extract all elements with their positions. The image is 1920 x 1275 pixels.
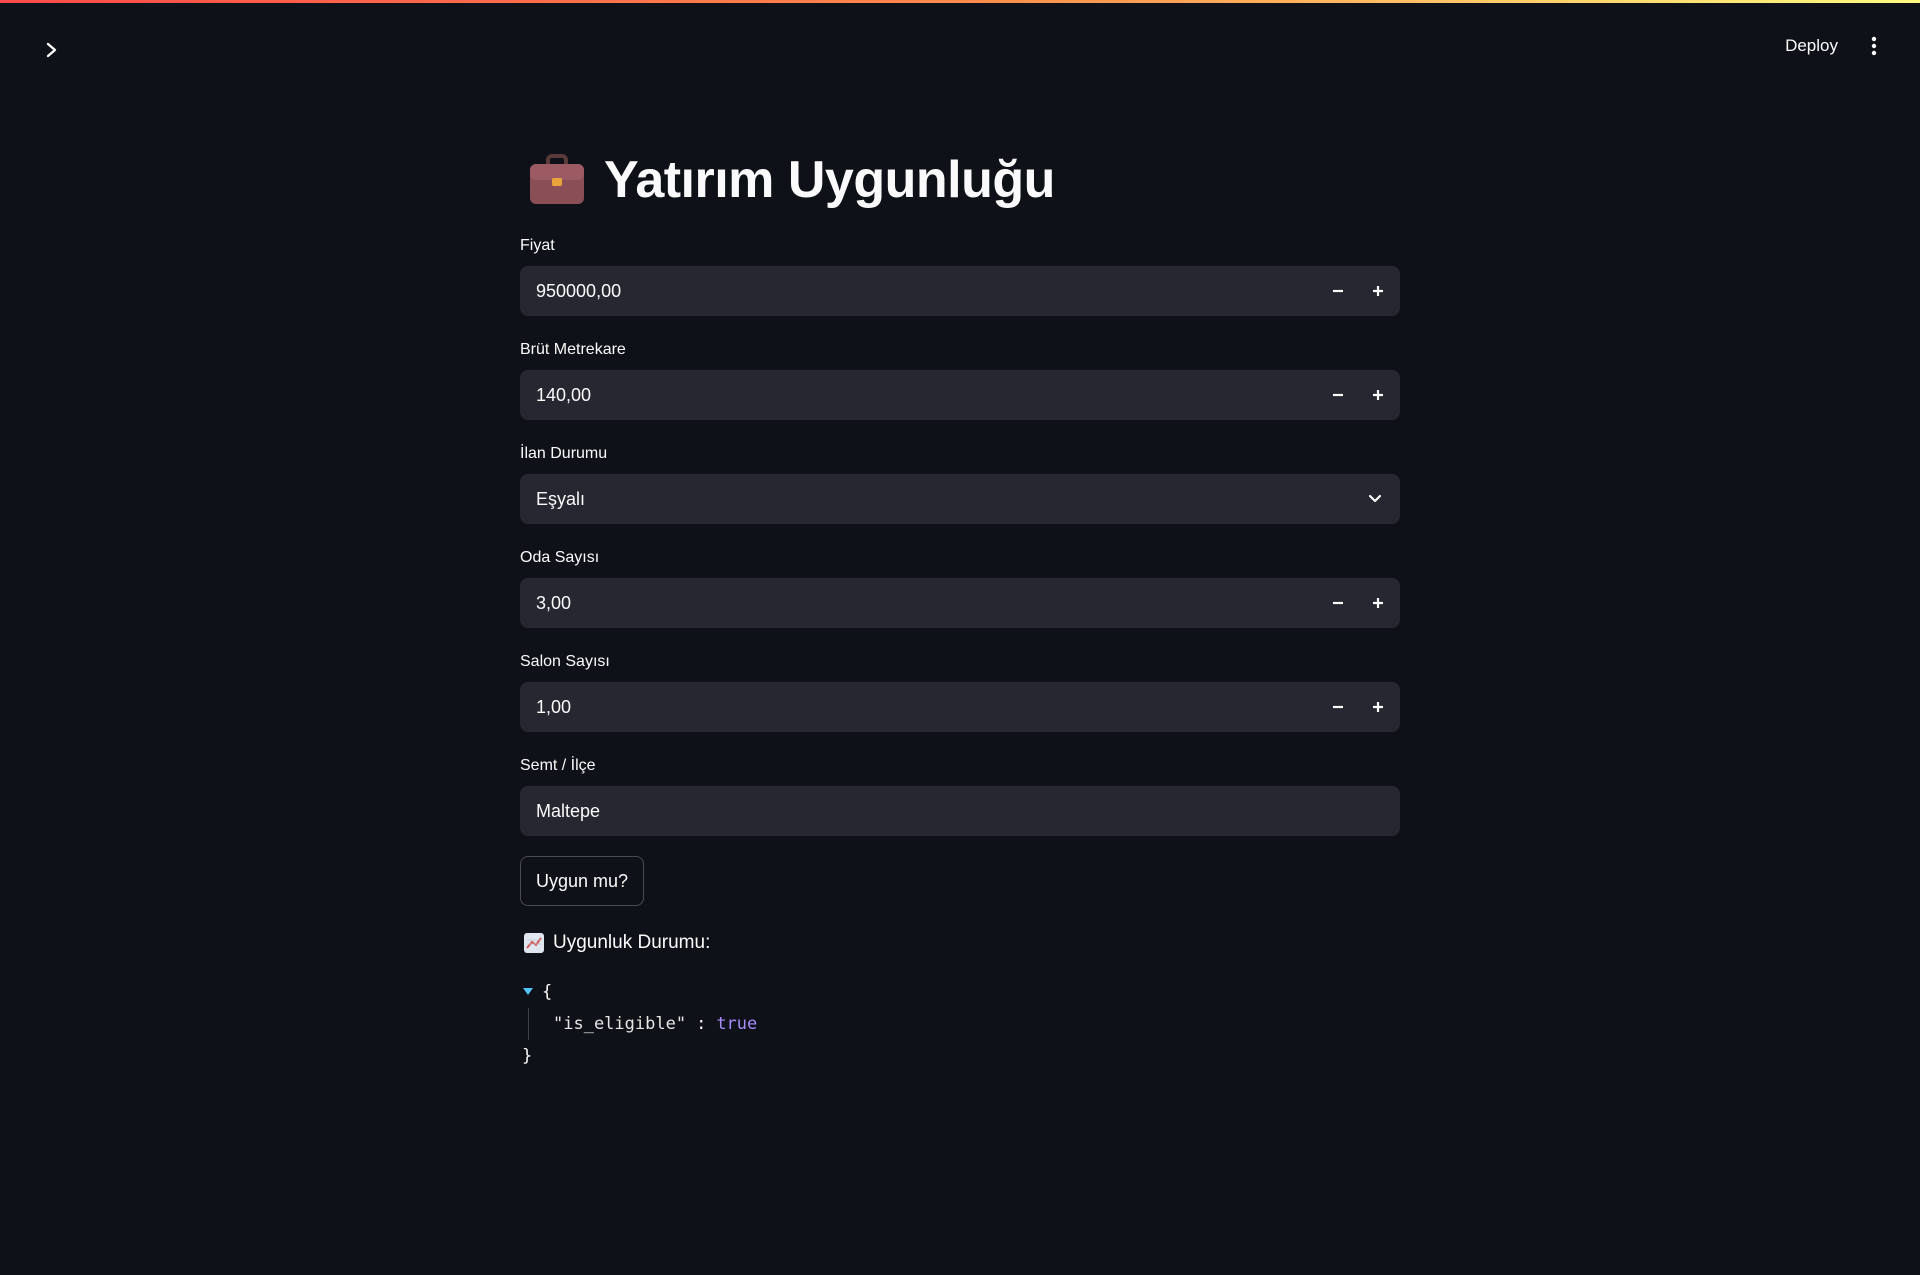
plus-icon [1373,598,1383,608]
price-label: Fiyat [520,237,555,254]
price-field: Fiyat [520,234,1400,316]
room-count-increment-button[interactable] [1358,578,1398,628]
salon-count-input[interactable] [520,682,1318,732]
json-entry: "is_eligible" : true [553,1008,1400,1040]
json-body: "is_eligible" : true [528,1008,1400,1040]
price-decrement-button[interactable] [1318,266,1358,316]
salon-count-number-input [520,682,1400,732]
listing-status-field: İlan Durumu Eşyalı [520,442,1400,524]
listing-status-label: İlan Durumu [520,445,608,462]
salon-count-stepper [1318,682,1400,732]
check-eligibility-button[interactable]: Uygun mu? [520,856,645,906]
gross-area-field: Brüt Metrekare [520,338,1400,420]
plus-icon [1373,390,1383,400]
result-heading: Uygunluk Durumu: [523,932,1400,954]
header-toolbar: Deploy [1785,30,1884,62]
district-text-input [520,786,1400,836]
minus-icon [1333,289,1343,293]
district-label: Semt / İlçe [520,757,596,774]
json-key: "is_eligible" [553,1014,687,1034]
gross-area-label: Brüt Metrekare [520,341,626,358]
plus-icon [1373,286,1383,296]
listing-status-dropdown-toggle[interactable] [1350,494,1400,504]
price-input[interactable] [520,266,1318,316]
vertical-ellipsis-icon [1871,36,1877,56]
room-count-input[interactable] [520,578,1318,628]
price-increment-button[interactable] [1358,266,1398,316]
json-colon: : [696,1014,707,1034]
sidebar-toggle-button[interactable] [36,34,68,66]
salon-count-increment-button[interactable] [1358,682,1398,732]
salon-count-label: Salon Sayısı [520,653,610,670]
result-heading-text: Uygunluk Durumu: [553,932,711,953]
briefcase-icon [530,154,584,204]
gross-area-stepper [1318,370,1400,420]
minus-icon [1333,705,1343,709]
json-value: true [716,1014,758,1034]
salon-count-field: Salon Sayısı [520,650,1400,732]
minus-icon [1333,601,1343,605]
room-count-decrement-button[interactable] [1318,578,1358,628]
page-title-text: Yatırım Uygunluğu [604,151,1055,209]
main-menu-button[interactable] [1864,30,1884,62]
room-count-stepper [1318,578,1400,628]
chevron-right-icon [46,42,57,58]
deploy-button[interactable]: Deploy [1785,36,1838,56]
salon-count-decrement-button[interactable] [1318,682,1358,732]
json-close-brace: } [522,1046,533,1066]
price-number-input [520,266,1400,316]
top-decoration-bar [0,0,1920,3]
gross-area-decrement-button[interactable] [1318,370,1358,420]
district-field: Semt / İlçe [520,754,1400,836]
room-count-label: Oda Sayısı [520,549,600,566]
collapse-caret-icon[interactable] [522,987,536,997]
json-result-viewer: { "is_eligible" : true } [520,976,1400,1072]
room-count-number-input [520,578,1400,628]
minus-icon [1333,393,1343,397]
page-title: Yatırım Uygunluğu [528,140,1400,220]
listing-status-selected-value: Eşyalı [536,488,586,509]
room-count-field: Oda Sayısı [520,546,1400,628]
district-input[interactable] [520,786,1400,836]
gross-area-input[interactable] [520,370,1318,420]
json-close-line: } [520,1040,1400,1072]
json-open-line: { [520,976,1400,1008]
chevron-down-icon [1368,494,1382,503]
gross-area-number-input [520,370,1400,420]
price-stepper [1318,266,1400,316]
main-content: Yatırım Uygunluğu Fiyat Brüt Metrekare [520,140,1400,1072]
gross-area-increment-button[interactable] [1358,370,1398,420]
json-open-brace: { [542,982,553,1002]
chart-increasing-icon [524,933,544,953]
listing-status-select[interactable]: Eşyalı [520,474,1400,524]
plus-icon [1373,702,1383,712]
